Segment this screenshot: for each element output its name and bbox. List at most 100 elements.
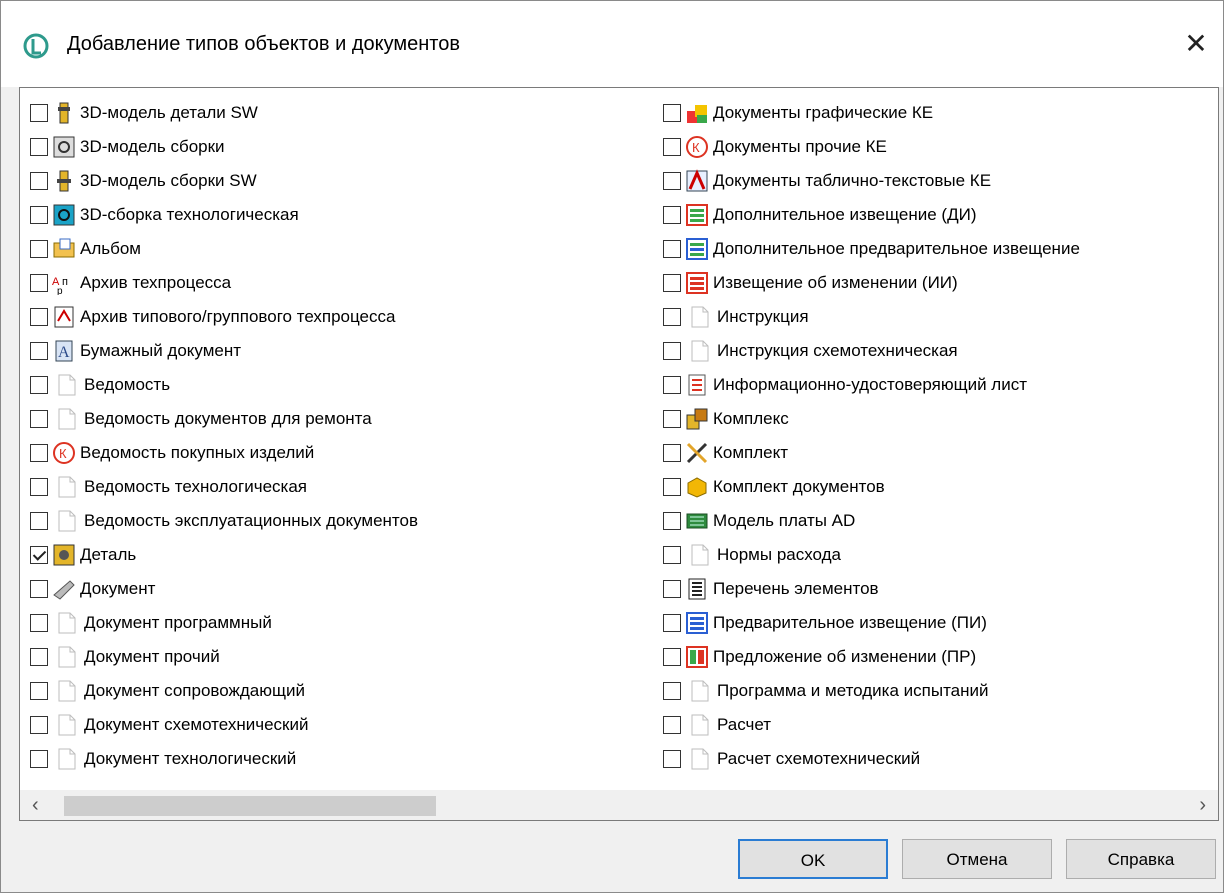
item-checkbox[interactable] bbox=[30, 512, 48, 530]
item-checkbox[interactable] bbox=[663, 478, 681, 496]
scroll-left-icon[interactable]: ‹ bbox=[32, 794, 39, 817]
item-checkbox[interactable] bbox=[30, 240, 48, 258]
list-item[interactable]: Документы таблично-текстовые КЕ bbox=[663, 164, 1080, 198]
item-checkbox[interactable] bbox=[30, 308, 48, 326]
item-checkbox[interactable] bbox=[663, 274, 681, 292]
scrollbar-thumb[interactable] bbox=[64, 796, 436, 816]
list-item[interactable]: Ведомость эксплуатационных документов bbox=[30, 504, 418, 538]
item-checkbox[interactable] bbox=[663, 308, 681, 326]
list-item[interactable]: Расчет bbox=[663, 708, 1080, 742]
list-item[interactable]: Архив типового/группового техпроцесса bbox=[30, 300, 418, 334]
item-checkbox[interactable] bbox=[30, 172, 48, 190]
item-label: Дополнительное извещение (ДИ) bbox=[713, 205, 977, 224]
list-item[interactable]: Ап р Архив техпроцесса bbox=[30, 266, 418, 300]
item-checkbox[interactable] bbox=[663, 716, 681, 734]
item-checkbox[interactable] bbox=[663, 614, 681, 632]
document-icon bbox=[58, 510, 76, 532]
item-checkbox[interactable] bbox=[663, 410, 681, 428]
horizontal-scrollbar[interactable]: ‹ › bbox=[20, 790, 1218, 820]
types-checklist[interactable]: 3D-модель детали SW 3D-модель сборки 3D-мо… bbox=[19, 87, 1219, 821]
item-checkbox[interactable] bbox=[663, 104, 681, 122]
list-item[interactable]: Документ bbox=[30, 572, 418, 606]
list-item[interactable]: Извещение об изменении (ИИ) bbox=[663, 266, 1080, 300]
list-item[interactable]: Ведомость документов для ремонта bbox=[30, 402, 418, 436]
list-item[interactable]: Дополнительное извещение (ДИ) bbox=[663, 198, 1080, 232]
item-checkbox[interactable] bbox=[663, 376, 681, 394]
list-item[interactable]: Документ схемотехнический bbox=[30, 708, 418, 742]
item-checkbox[interactable] bbox=[30, 716, 48, 734]
list-item[interactable]: К Документы прочие КЕ bbox=[663, 130, 1080, 164]
document-icon bbox=[691, 680, 709, 702]
item-checkbox[interactable] bbox=[30, 104, 48, 122]
list-item[interactable]: Расчет схемотехнический bbox=[663, 742, 1080, 776]
list-item[interactable]: Перечень элементов bbox=[663, 572, 1080, 606]
item-checkbox[interactable] bbox=[663, 546, 681, 564]
item-checkbox[interactable] bbox=[30, 648, 48, 666]
list-item[interactable]: 3D-модель детали SW bbox=[30, 96, 418, 130]
item-checkbox[interactable] bbox=[30, 206, 48, 224]
list-item[interactable]: Ведомость технологическая bbox=[30, 470, 418, 504]
list-item[interactable]: Предложение об изменении (ПР) bbox=[663, 640, 1080, 674]
item-checkbox[interactable] bbox=[30, 444, 48, 462]
left-column: 3D-модель детали SW 3D-модель сборки 3D-мо… bbox=[30, 96, 418, 776]
list-item[interactable]: Ведомость bbox=[30, 368, 418, 402]
item-checkbox[interactable] bbox=[663, 138, 681, 156]
list-item[interactable]: Документ прочий bbox=[30, 640, 418, 674]
list-item[interactable]: A Бумажный документ bbox=[30, 334, 418, 368]
list-item[interactable]: 3D-модель сборки SW bbox=[30, 164, 418, 198]
item-checkbox[interactable] bbox=[30, 546, 48, 564]
list-item[interactable]: Комплект bbox=[663, 436, 1080, 470]
paper-document-icon: A bbox=[52, 339, 76, 363]
item-checkbox[interactable] bbox=[663, 172, 681, 190]
dialog-title: Добавление типов объектов и документов bbox=[67, 33, 460, 55]
item-checkbox[interactable] bbox=[663, 648, 681, 666]
list-item[interactable]: Инструкция схемотехническая bbox=[663, 334, 1080, 368]
list-item[interactable]: Альбом bbox=[30, 232, 418, 266]
list-item[interactable]: Нормы расхода bbox=[663, 538, 1080, 572]
list-item[interactable]: Инструкция bbox=[663, 300, 1080, 334]
item-label: Инструкция bbox=[717, 307, 809, 326]
list-item[interactable]: Программа и методика испытаний bbox=[663, 674, 1080, 708]
item-checkbox[interactable] bbox=[30, 342, 48, 360]
item-checkbox[interactable] bbox=[30, 410, 48, 428]
item-checkbox[interactable] bbox=[30, 580, 48, 598]
list-item[interactable]: Деталь bbox=[30, 538, 418, 572]
list-item[interactable]: Документы графические КЕ bbox=[663, 96, 1080, 130]
list-item[interactable]: К Ведомость покупных изделий bbox=[30, 436, 418, 470]
ok-button[interactable]: OK bbox=[738, 839, 888, 879]
list-item[interactable]: Документ программный bbox=[30, 606, 418, 640]
item-checkbox[interactable] bbox=[663, 240, 681, 258]
item-checkbox[interactable] bbox=[30, 138, 48, 156]
close-icon[interactable]: ✕ bbox=[1181, 29, 1211, 59]
list-item[interactable]: Дополнительное предварительное извещение bbox=[663, 232, 1080, 266]
scroll-right-icon[interactable]: › bbox=[1199, 794, 1206, 817]
item-checkbox[interactable] bbox=[663, 682, 681, 700]
item-label: Предварительное извещение (ПИ) bbox=[713, 613, 987, 632]
list-item[interactable]: Предварительное извещение (ПИ) bbox=[663, 606, 1080, 640]
help-button[interactable]: Справка bbox=[1066, 839, 1216, 879]
list-item[interactable]: Документ технологический bbox=[30, 742, 418, 776]
item-checkbox[interactable] bbox=[30, 682, 48, 700]
list-item[interactable]: Информационно-удостоверяющий лист bbox=[663, 368, 1080, 402]
list-item[interactable]: Комплекс bbox=[663, 402, 1080, 436]
list-item[interactable]: Комплект документов bbox=[663, 470, 1080, 504]
item-checkbox[interactable] bbox=[30, 478, 48, 496]
proposal-icon bbox=[685, 645, 709, 669]
item-checkbox[interactable] bbox=[663, 750, 681, 768]
item-checkbox[interactable] bbox=[30, 614, 48, 632]
list-item[interactable]: 3D-модель сборки bbox=[30, 130, 418, 164]
item-checkbox[interactable] bbox=[663, 444, 681, 462]
item-checkbox[interactable] bbox=[30, 376, 48, 394]
list-item[interactable]: 3D-сборка технологическая bbox=[30, 198, 418, 232]
item-label: Документы графические КЕ bbox=[713, 103, 934, 122]
item-checkbox[interactable] bbox=[30, 750, 48, 768]
item-checkbox[interactable] bbox=[663, 580, 681, 598]
item-checkbox[interactable] bbox=[663, 206, 681, 224]
item-checkbox[interactable] bbox=[30, 274, 48, 292]
item-checkbox[interactable] bbox=[663, 512, 681, 530]
list-item[interactable]: Документ сопровождающий bbox=[30, 674, 418, 708]
list-item[interactable]: Модель платы AD bbox=[663, 504, 1080, 538]
cancel-button[interactable]: Отмена bbox=[902, 839, 1052, 879]
item-label: Информационно-удостоверяющий лист bbox=[713, 375, 1028, 394]
item-checkbox[interactable] bbox=[663, 342, 681, 360]
